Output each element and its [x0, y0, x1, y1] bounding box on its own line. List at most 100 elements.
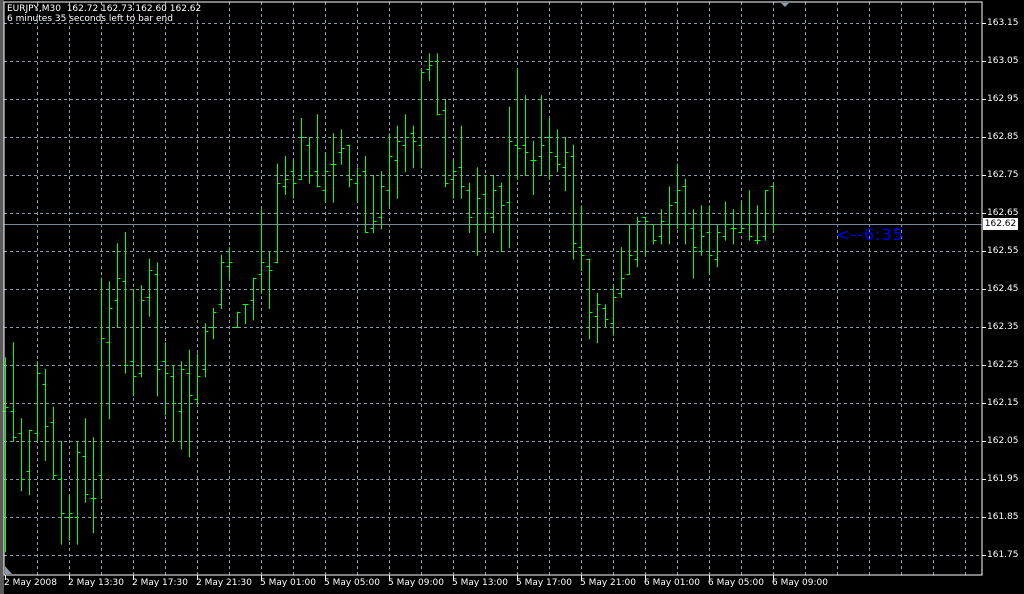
price-label: 161.75 [987, 549, 1019, 560]
left-border [0, 0, 4, 594]
time-label: 5 May 09:00 [388, 578, 444, 588]
ohlc-bar [402, 114, 409, 173]
ohlc-bar [354, 167, 361, 203]
time-label: 5 May 01:00 [260, 578, 316, 588]
time-label: 5 May 17:00 [516, 578, 572, 588]
ohlc-bar [578, 205, 585, 271]
ohlc-bar [42, 368, 49, 461]
price-label: 162.25 [987, 359, 1019, 370]
ohlc-bar [658, 209, 665, 245]
ohlc-bar [610, 285, 617, 336]
ohlc-bar [650, 224, 657, 245]
ohlc-bar [738, 201, 745, 233]
ohlc-bar [426, 53, 433, 81]
ohlc-bar [362, 156, 369, 233]
ohlc-bar [242, 304, 249, 325]
ohlc-bar [90, 437, 97, 534]
ohlc-bar [314, 114, 321, 188]
ohlc-bar [146, 258, 153, 317]
ohlc-bar [82, 418, 89, 503]
ohlc-bar [162, 342, 169, 416]
time-label: 2 May 13:30 [68, 578, 124, 588]
price-chart[interactable] [0, 0, 1024, 594]
ohlc-bar [170, 365, 177, 442]
countdown-label: <--6:35 [836, 225, 904, 244]
price-label: 162.15 [987, 397, 1019, 408]
ohlc-bar [418, 68, 425, 169]
price-label: 162.95 [987, 93, 1019, 104]
ohlc-bar [554, 129, 561, 173]
ohlc-bar [202, 323, 209, 378]
ohlc-bar [530, 140, 537, 195]
ohlc-bar [250, 277, 257, 321]
chart-shift-marker-icon[interactable] [781, 3, 789, 7]
ohlc-bar [290, 159, 297, 199]
ohlc-bar [538, 95, 545, 176]
ohlc-bar [498, 182, 505, 252]
bar-timer-text: 6 minutes 35 seconds left to bar end [7, 14, 173, 24]
ohlc-bar [18, 418, 25, 492]
ohlc-bar [474, 167, 481, 256]
price-label: 162.75 [987, 169, 1019, 180]
price-label: 162.85 [987, 131, 1019, 142]
ohlc-bar [138, 285, 145, 378]
ohlc-bar [770, 182, 777, 233]
ohlc-bar [410, 125, 417, 169]
ohlc-bar [602, 304, 609, 328]
ohlc-bar [458, 125, 465, 199]
price-label: 162.45 [987, 283, 1019, 294]
ohlc-bar [722, 201, 729, 241]
time-label: 5 May 13:00 [452, 578, 508, 588]
current-price-badge: 162.62 [983, 218, 1018, 230]
ohlc-bar [122, 232, 129, 374]
time-label: 2 May 2008 [4, 578, 57, 588]
ohlc-bar [682, 178, 689, 245]
ohlc-bar [298, 118, 305, 180]
ohlc-bar [706, 205, 713, 275]
time-label: 5 May 05:00 [324, 578, 380, 588]
price-label: 162.65 [987, 207, 1019, 218]
time-label: 5 May 21:00 [580, 578, 636, 588]
ohlc-bar [234, 311, 241, 328]
ohlc-bar [698, 205, 705, 256]
corner-marker-icon [5, 566, 12, 574]
ohlc-bar [762, 190, 769, 241]
ohlc-bar [306, 137, 313, 184]
ohlc-bar [106, 281, 113, 420]
ohlc-bar [10, 342, 17, 442]
ohlc-bar [642, 216, 649, 256]
axis-ticks [5, 23, 986, 580]
symbol-ohlc-header: EURJPY,M30 162.72 162.73 162.60 162.62 [7, 4, 202, 14]
ohlc-bar [714, 224, 721, 268]
ohlc-bar [266, 251, 273, 309]
ohlc-bar [394, 125, 401, 199]
time-label: 2 May 17:30 [132, 578, 188, 588]
ohlc-bar [674, 163, 681, 230]
ohlc-bar [26, 429, 33, 496]
ohlc-bar [594, 292, 601, 344]
ohlc-bar [746, 190, 753, 241]
ohlc-bar [514, 68, 521, 180]
ohlc-bar [386, 133, 393, 207]
price-label: 162.35 [987, 321, 1019, 332]
time-label: 6 May 05:00 [708, 578, 764, 588]
ohlc-bar [130, 289, 137, 397]
ohlc-bar [34, 361, 41, 442]
ohlc-bar [218, 254, 225, 309]
chart-frame [3, 1, 983, 576]
ohlc-bar [690, 209, 697, 279]
price-label: 162.55 [987, 245, 1019, 256]
ohlc-bar [434, 53, 441, 116]
ohlc-bar [450, 159, 457, 199]
ohlc-bar [114, 243, 121, 328]
ohlc-bar [50, 406, 57, 480]
ohlc-bar [338, 129, 345, 165]
ohlc-bar [466, 182, 473, 233]
price-label: 163.15 [987, 17, 1019, 28]
grid [4, 2, 982, 575]
price-label: 161.95 [987, 473, 1019, 484]
ohlc-bar [666, 186, 673, 245]
price-label: 163.05 [987, 55, 1019, 66]
ohlc-bar [618, 247, 625, 298]
ohlc-bar [346, 144, 353, 188]
